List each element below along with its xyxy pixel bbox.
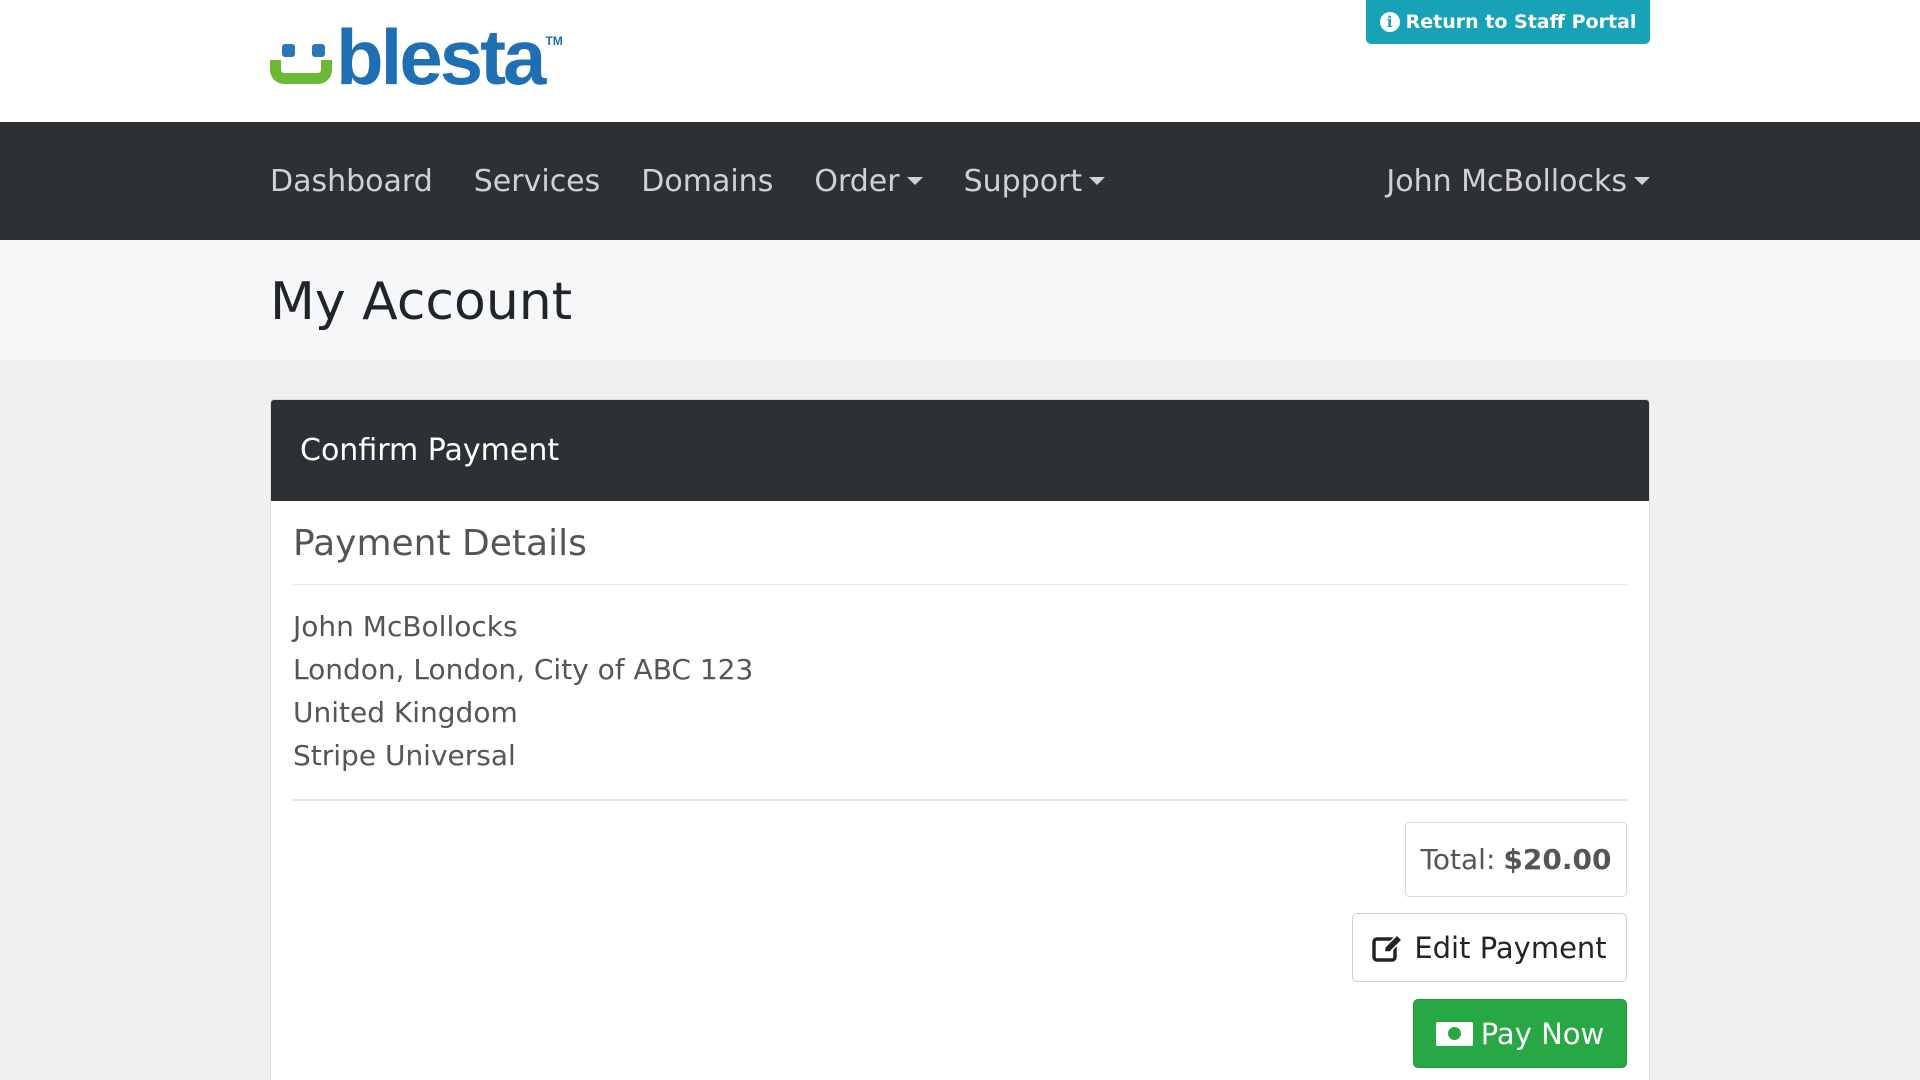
card-header: Confirm Payment [271,400,1649,501]
pay-button-label: Pay Now [1480,1016,1605,1051]
money-bill-icon [1435,1021,1473,1046]
edit-square-icon [1372,933,1404,962]
edit-payment-button[interactable]: Edit Payment [1352,913,1627,982]
payment-gateway: Stripe Universal [293,739,516,772]
payment-actions: Total: $20.00 Edit Payment Pay Now [293,801,1627,1068]
nav-item-dashboard[interactable]: Dashboard [270,164,433,199]
caret-down-icon [1089,177,1106,185]
confirm-payment-card: Confirm Payment Payment Details John McB… [270,399,1650,1080]
nav-item-order-dropdown[interactable]: Order [814,163,923,199]
caret-down-icon [1634,177,1650,185]
return-to-staff-portal-button[interactable]: i Return to Staff Portal [1366,0,1650,44]
total-value: $20.00 [1503,843,1612,876]
billing-address: John McBollocks London, London, City of … [293,585,1627,801]
main-navbar: Dashboard Services Domains Order Support… [0,122,1920,240]
site-header: blesta TM i Return to Staff Portal [0,0,1920,122]
blesta-logo-mark-icon [270,24,334,90]
nav-item-services[interactable]: Services [474,164,601,199]
address-country: United Kingdom [293,696,518,729]
info-circle-icon: i [1379,12,1400,32]
edit-button-label: Edit Payment [1414,930,1607,965]
address-name: John McBollocks [293,610,518,643]
nav-label: Order [814,163,900,199]
total-box: Total: $20.00 [1405,822,1627,897]
address-city: London, London, City of ABC 123 [293,653,754,686]
nav-item-support-dropdown[interactable]: Support [964,164,1106,199]
payment-details-heading: Payment Details [293,501,1627,585]
blesta-logo[interactable]: blesta TM [270,13,563,101]
nav-label: Dashboard [270,163,433,199]
caret-down-icon [906,177,923,185]
page-title: My Account [270,272,573,332]
logo-text: blesta [336,13,546,101]
nav-label: Support [963,163,1083,199]
pay-now-button[interactable]: Pay Now [1413,999,1627,1068]
total-label: Total: [1420,843,1496,876]
nav-label: Services [473,163,601,199]
user-name-label: John McBollocks [1386,163,1627,199]
logo-trademark: TM [545,34,563,48]
page-title-band: My Account [0,240,1920,360]
nav-label: Domains [641,163,774,199]
nav-item-domains[interactable]: Domains [641,164,773,199]
staff-button-label: Return to Staff Portal [1405,11,1637,33]
user-menu-dropdown[interactable]: John McBollocks [1386,164,1650,199]
